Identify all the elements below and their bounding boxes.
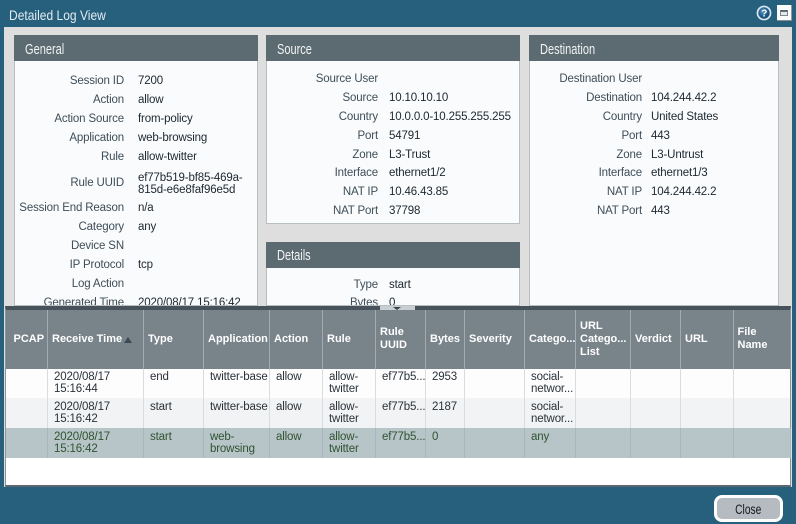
svg-text:?: ? [761, 9, 767, 20]
